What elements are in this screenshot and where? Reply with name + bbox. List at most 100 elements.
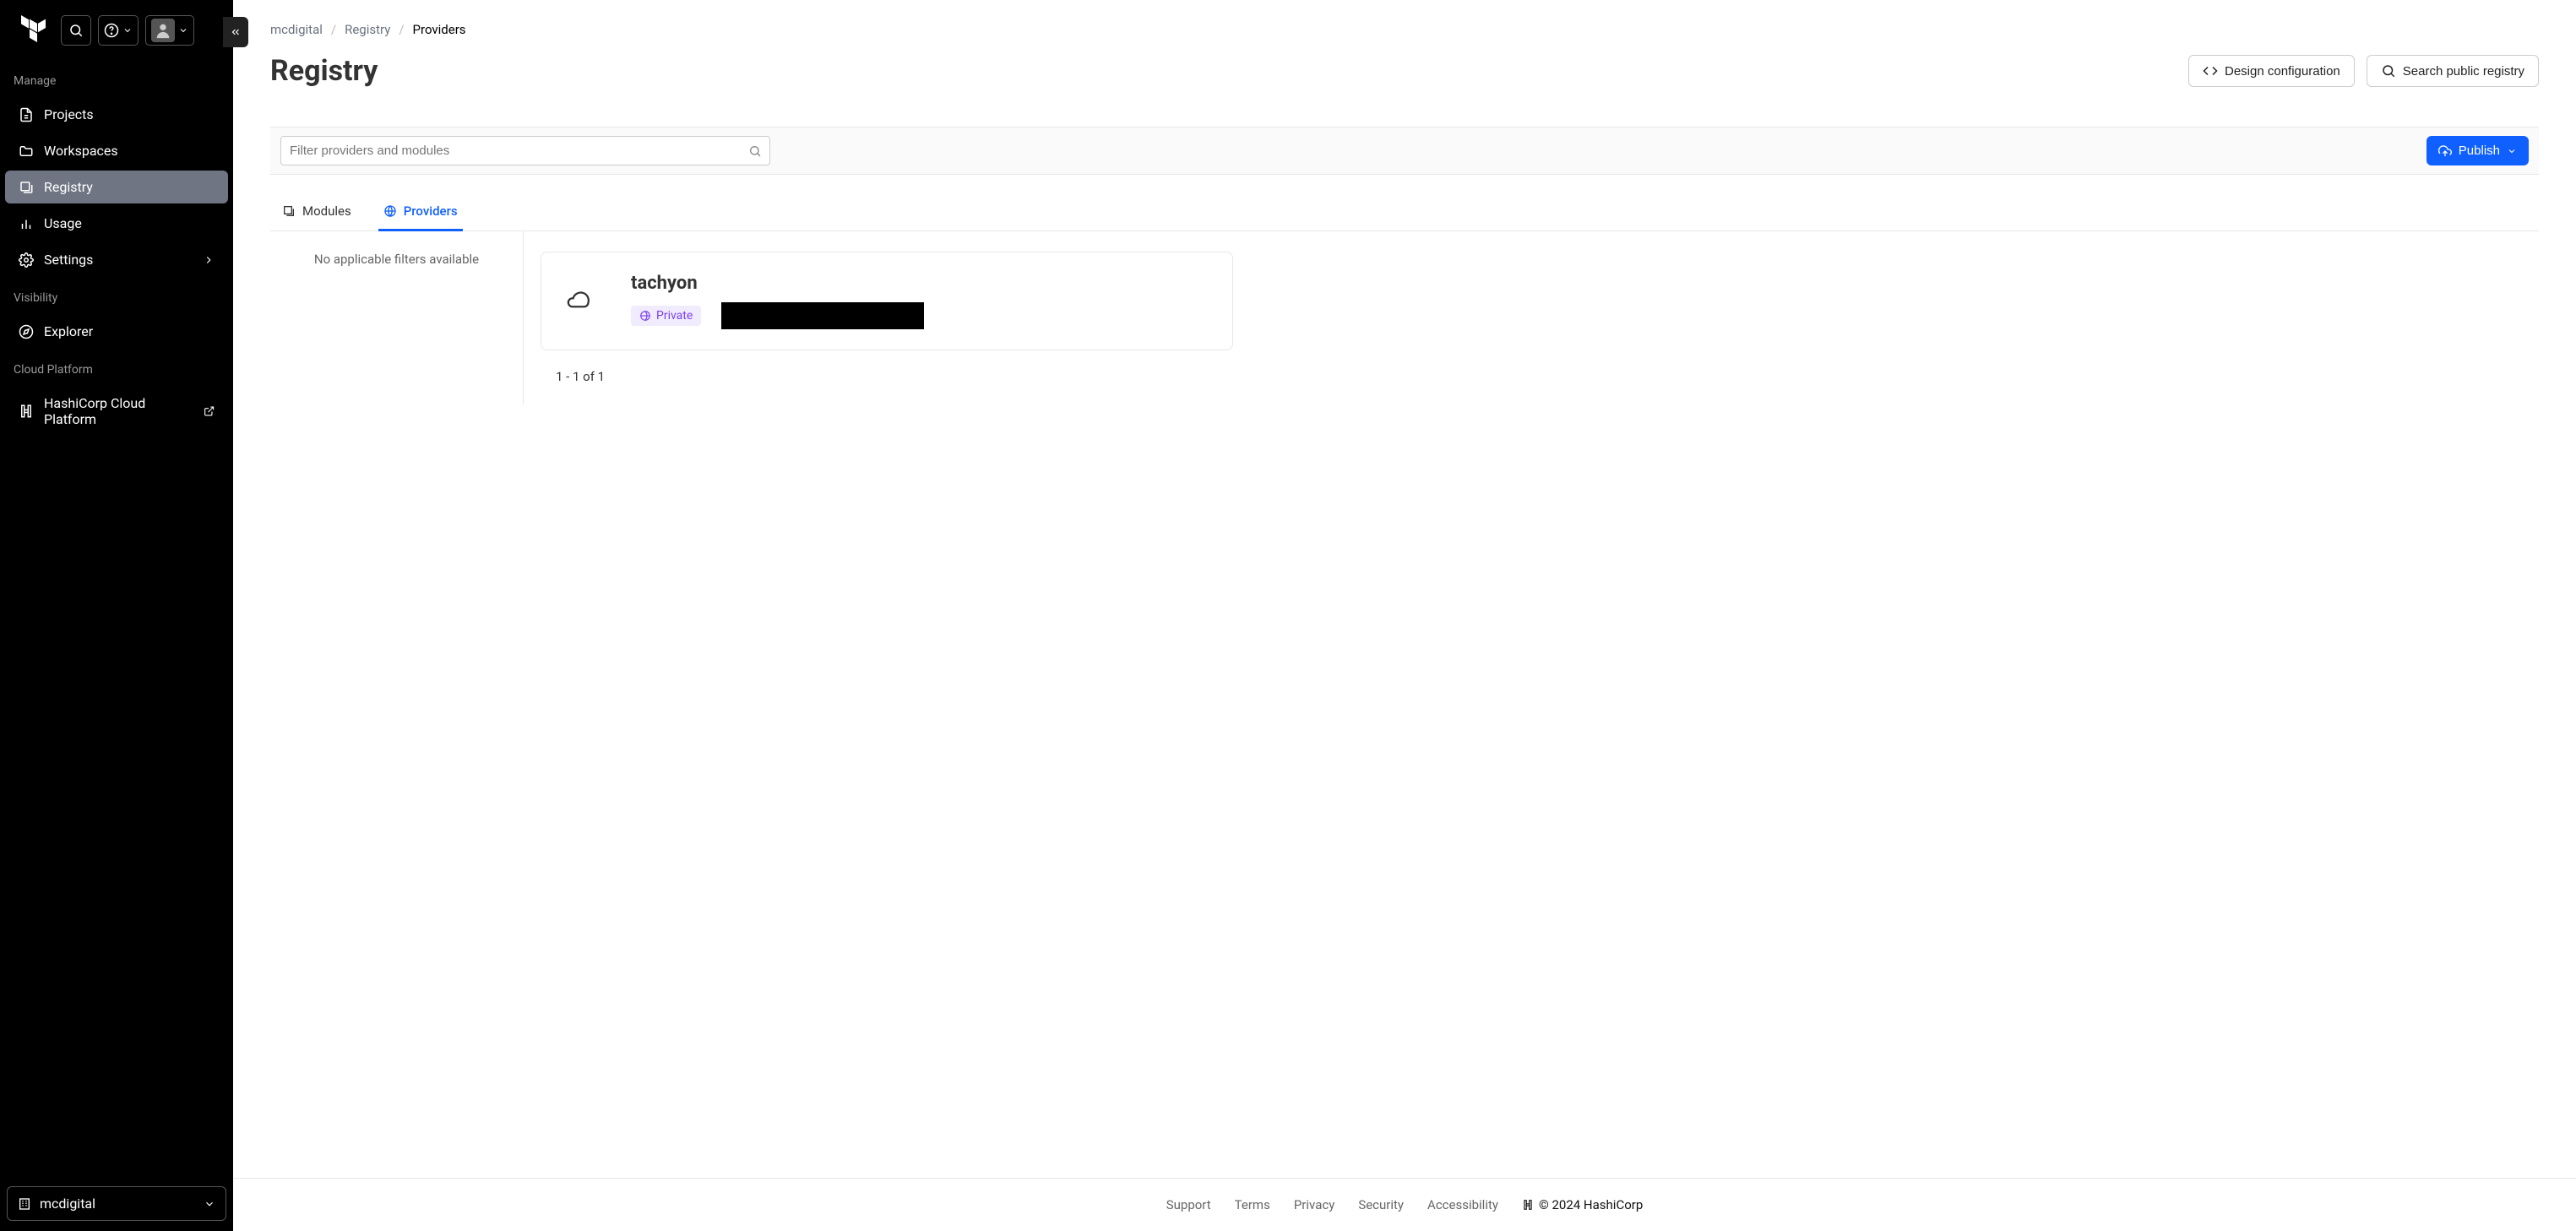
- badge-label: Private: [656, 309, 693, 323]
- sidebar-item-label: HashiCorp Cloud Platform: [44, 395, 193, 427]
- sidebar: Manage Projects Workspaces Registry Usag…: [0, 0, 233, 1231]
- tab-label: Modules: [302, 203, 351, 219]
- pagination-info: 1 - 1 of 1: [556, 369, 2522, 384]
- sidebar-item-usage[interactable]: Usage: [5, 207, 228, 240]
- user-icon: [154, 21, 172, 40]
- help-menu-button[interactable]: [98, 15, 139, 46]
- tab-providers[interactable]: Providers: [378, 197, 463, 231]
- breadcrumb-org[interactable]: mcdigital: [270, 22, 323, 37]
- file-icon: [19, 107, 34, 122]
- globe-lock-icon: [639, 310, 651, 322]
- filter-input[interactable]: [280, 136, 770, 165]
- header-actions: Design configuration Search public regis…: [2188, 55, 2539, 87]
- avatar: [151, 19, 175, 42]
- terraform-icon: [20, 15, 47, 46]
- breadcrumb-registry[interactable]: Registry: [345, 22, 390, 37]
- search-icon: [2381, 63, 2396, 79]
- copyright: © 2024 HashiCorp: [1522, 1197, 1643, 1212]
- section-label-cloud: Cloud Platform: [0, 350, 233, 385]
- hashicorp-icon: [1522, 1199, 1534, 1211]
- button-label: Design configuration: [2225, 64, 2340, 79]
- search-icon: [748, 144, 762, 158]
- sidebar-item-settings[interactable]: Settings: [5, 243, 228, 276]
- chevron-down-icon: [2507, 146, 2517, 156]
- card-meta: Private: [631, 302, 1209, 329]
- filters-message: No applicable filters available: [314, 252, 479, 267]
- chevron-down-icon: [204, 1198, 215, 1210]
- folder-icon: [19, 144, 34, 159]
- section-label-manage: Manage: [0, 61, 233, 96]
- sidebar-item-registry[interactable]: Registry: [5, 171, 228, 203]
- sidebar-item-label: Registry: [44, 179, 93, 195]
- footer-link-accessibility[interactable]: Accessibility: [1427, 1197, 1498, 1212]
- footer-link-security[interactable]: Security: [1358, 1197, 1404, 1212]
- hashicorp-icon: [19, 404, 34, 419]
- filters-panel: No applicable filters available: [270, 231, 524, 404]
- footer: Support Terms Privacy Security Accessibi…: [233, 1178, 2576, 1231]
- sidebar-item-workspaces[interactable]: Workspaces: [5, 134, 228, 167]
- chevron-down-icon: [122, 25, 133, 35]
- sidebar-top: [0, 0, 233, 61]
- copyright-text: © 2024 HashiCorp: [1539, 1197, 1643, 1212]
- breadcrumb-current: Providers: [413, 22, 466, 37]
- tab-modules[interactable]: Modules: [277, 197, 356, 231]
- external-link-icon: [204, 405, 215, 417]
- results-panel: tachyon Private 1 - 1 of 1: [524, 231, 2539, 404]
- code-icon: [2203, 63, 2218, 79]
- chevron-double-left-icon: [230, 26, 242, 38]
- help-icon: [104, 23, 119, 38]
- search-public-registry-button[interactable]: Search public registry: [2367, 55, 2539, 87]
- breadcrumb-sep: /: [331, 22, 336, 37]
- sidebar-item-label: Projects: [44, 106, 94, 122]
- footer-link-support[interactable]: Support: [1166, 1197, 1211, 1212]
- footer-link-terms[interactable]: Terms: [1235, 1197, 1270, 1212]
- visibility-badge: Private: [631, 306, 701, 326]
- button-label: Search public registry: [2403, 64, 2524, 79]
- sidebar-collapse-button[interactable]: [223, 17, 248, 47]
- body-row: No applicable filters available tachyon …: [270, 231, 2539, 404]
- upload-cloud-icon: [2438, 144, 2452, 158]
- button-label: Publish: [2459, 144, 2500, 158]
- sidebar-item-hcp[interactable]: HashiCorp Cloud Platform: [5, 387, 228, 436]
- provider-card[interactable]: tachyon Private: [541, 252, 1233, 350]
- globe-icon: [383, 204, 397, 218]
- search-icon: [68, 23, 84, 38]
- chevron-down-icon: [178, 25, 188, 35]
- filter-bar: Publish: [270, 127, 2539, 175]
- sidebar-item-label: Workspaces: [44, 143, 118, 159]
- terraform-logo[interactable]: [14, 12, 54, 49]
- layers-icon: [19, 180, 34, 195]
- sidebar-item-projects[interactable]: Projects: [5, 98, 228, 131]
- gear-icon: [19, 252, 34, 268]
- publish-button[interactable]: Publish: [2427, 136, 2529, 165]
- sidebar-item-label: Usage: [44, 215, 82, 231]
- chevron-right-icon: [203, 254, 215, 266]
- user-menu-button[interactable]: [145, 15, 194, 46]
- section-label-visibility: Visibility: [0, 278, 233, 313]
- sidebar-item-label: Explorer: [44, 323, 93, 339]
- org-switcher-label: mcdigital: [40, 1196, 95, 1212]
- footer-link-privacy[interactable]: Privacy: [1294, 1197, 1334, 1212]
- search-box: [280, 136, 770, 165]
- provider-name: tachyon: [631, 273, 1209, 294]
- module-icon: [282, 204, 296, 218]
- tabs: Modules Providers: [270, 197, 2539, 231]
- page-header: Registry Design configuration Search pub…: [270, 54, 2539, 88]
- content: mcdigital / Registry / Providers Registr…: [233, 0, 2576, 1178]
- tab-label: Providers: [404, 203, 458, 219]
- global-search-button[interactable]: [61, 15, 91, 46]
- cloud-icon: [565, 289, 590, 314]
- design-configuration-button[interactable]: Design configuration: [2188, 55, 2355, 87]
- org-switcher[interactable]: mcdigital: [7, 1186, 226, 1221]
- redacted-text: [721, 302, 924, 329]
- card-body: tachyon Private: [631, 273, 1209, 329]
- sidebar-item-label: Settings: [44, 252, 93, 268]
- compass-icon: [19, 324, 34, 339]
- main: mcdigital / Registry / Providers Registr…: [233, 0, 2576, 1231]
- breadcrumb: mcdigital / Registry / Providers: [270, 22, 2539, 37]
- building-icon: [18, 1197, 31, 1211]
- page-title: Registry: [270, 54, 378, 88]
- sidebar-item-explorer[interactable]: Explorer: [5, 315, 228, 348]
- breadcrumb-sep: /: [399, 22, 404, 37]
- bar-chart-icon: [19, 216, 34, 231]
